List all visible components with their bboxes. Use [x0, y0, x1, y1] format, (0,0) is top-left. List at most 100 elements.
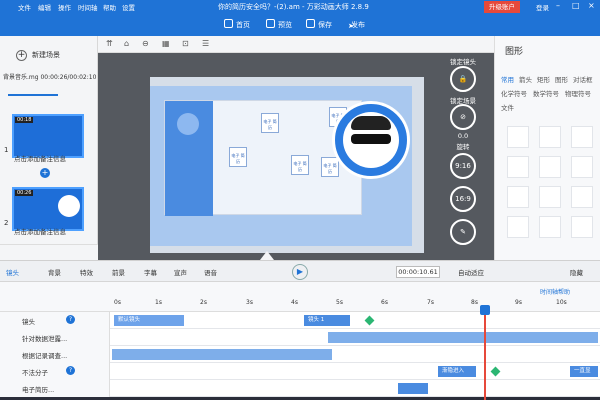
scene-note[interactable]: 点击添加备注信息: [14, 153, 66, 163]
tab-foreground[interactable]: 前景: [112, 267, 125, 277]
auto-adapt-checkbox[interactable]: 自动适应: [458, 267, 484, 277]
scene-note[interactable]: 点击添加备注信息: [14, 226, 66, 236]
menu-file[interactable]: 文件: [18, 2, 31, 12]
track-row[interactable]: 不法分子 ? 渐隐进入 一直显: [0, 363, 600, 380]
home-canvas-icon[interactable]: ⌂: [124, 39, 129, 48]
tab-chem[interactable]: 化学符号: [501, 88, 527, 98]
resume-graphic[interactable]: 电子 简历 电子 简历 电子 简历 电子 简历 电子 简历: [164, 100, 362, 216]
grid-icon[interactable]: ▦: [162, 39, 170, 48]
crop-icon[interactable]: ⊡: [182, 39, 189, 48]
tab-file[interactable]: 文件: [501, 102, 514, 112]
publish-button[interactable]: ➤发布: [344, 19, 365, 31]
circle-dash-icon[interactable]: [571, 216, 593, 238]
hacker-avatar[interactable]: [332, 101, 410, 179]
edit-icon[interactable]: ✎: [450, 219, 476, 245]
track-row[interactable]: 镜头 ? 默认镜头 镜头 1: [0, 312, 600, 329]
timeline-help-link[interactable]: 时间轴帮助: [540, 287, 570, 296]
scene-thumbnail-1[interactable]: 00:18 1: [4, 114, 84, 158]
tab-math[interactable]: 数学符号: [533, 88, 559, 98]
double-arrow-icon[interactable]: [571, 126, 593, 148]
align-top-icon[interactable]: ⇈: [106, 39, 113, 48]
clip[interactable]: 默认镜头: [114, 315, 184, 326]
lock-scene-icon[interactable]: ⊘: [450, 104, 476, 130]
new-scene-button[interactable]: + 新建场景: [16, 50, 60, 61]
resume-chip[interactable]: 电子 简历: [291, 155, 309, 175]
align-icon[interactable]: ☰: [202, 39, 209, 48]
playhead-handle[interactable]: [480, 305, 490, 315]
dash-line-icon[interactable]: [571, 156, 593, 178]
hair-shape: [351, 116, 391, 130]
track-row[interactable]: 针对数据泄露...: [0, 329, 600, 346]
line-shape-icon[interactable]: [507, 126, 529, 148]
rect-dash-icon[interactable]: [507, 216, 529, 238]
help-icon[interactable]: ?: [66, 315, 75, 324]
ratio-16-9-button[interactable]: 16:9: [450, 186, 476, 212]
preview-button[interactable]: 预览: [266, 19, 292, 31]
tab-bg[interactable]: 背景: [48, 267, 61, 277]
scene-thumbnail-2[interactable]: 00:26 2: [4, 187, 84, 231]
slide-image[interactable]: 电子 简历 电子 简历 电子 简历 电子 简历 电子 简历: [150, 86, 412, 246]
audio-waveform[interactable]: [328, 332, 598, 343]
tab-shape[interactable]: 图形: [555, 74, 568, 84]
login-button[interactable]: 登录: [536, 2, 549, 12]
tab-voice-over[interactable]: 宣声: [174, 267, 187, 277]
timeline-toolbar: 镜头 背景 特效 前景 字幕 宣声 语音 ▶ 00:00:10.61 自动适应 …: [0, 260, 600, 282]
play-button[interactable]: ▶: [292, 264, 308, 280]
upgrade-button[interactable]: 升级账户: [484, 1, 520, 13]
home-button[interactable]: 首页: [224, 19, 250, 31]
title-bar: 文件 编辑 操作 时间轴 帮助 设置 你的简历安全吗？-(2).am - 万彩动…: [0, 0, 600, 14]
time-ruler[interactable]: 时间轴帮助 0s 1s 2s 3s 4s 5s 6s 7s 8s 9s 10s: [0, 282, 600, 312]
tab-dialog[interactable]: 对话框: [573, 74, 593, 84]
tab-effects[interactable]: 特效: [80, 267, 93, 277]
track-header: 不法分子 ?: [0, 363, 110, 380]
clip[interactable]: 渐隐进入: [438, 366, 476, 377]
lock-icon[interactable]: 🔒: [450, 66, 476, 92]
rotate-value[interactable]: 0.0: [432, 132, 494, 140]
tab-speech[interactable]: 语音: [204, 267, 217, 277]
dot-line-icon[interactable]: [507, 156, 529, 178]
canvas-controls: 锁定镜头 🔒 锁定场景 ⊘ 0.0 旋转 9:16 16:9 ✎: [432, 53, 494, 260]
curve-arrow-icon[interactable]: [539, 186, 561, 208]
minimize-icon[interactable]: –: [556, 1, 560, 10]
music-volume-slider[interactable]: [8, 94, 58, 96]
curve-icon[interactable]: [507, 186, 529, 208]
tab-rect[interactable]: 矩形: [537, 74, 550, 84]
menu-timeline[interactable]: 时间轴: [78, 2, 98, 12]
keyframe-icon[interactable]: [490, 366, 501, 377]
tab-subtitle[interactable]: 字幕: [144, 267, 157, 277]
zoom-out-icon[interactable]: ⊖: [142, 39, 149, 48]
track-row[interactable]: 根据记录调查...: [0, 346, 600, 363]
track-row[interactable]: 电子简历...: [0, 380, 600, 397]
tab-arrow[interactable]: 箭头: [519, 74, 532, 84]
resume-chip[interactable]: 电子 简历: [321, 157, 339, 177]
ratio-9-16-button[interactable]: 9:16: [450, 153, 476, 179]
hide-timeline-button[interactable]: 隐藏: [570, 267, 583, 277]
curve-dot-icon[interactable]: [571, 186, 593, 208]
maximize-icon[interactable]: □: [572, 1, 580, 10]
menu-help[interactable]: 帮助: [103, 2, 116, 12]
keyframe-icon[interactable]: [364, 315, 375, 326]
time-display[interactable]: 00:00:10.61: [396, 266, 440, 278]
tab-physics[interactable]: 物理符号: [565, 88, 591, 98]
resume-chip[interactable]: 电子 简历: [229, 147, 247, 167]
clip[interactable]: 镜头 1: [304, 315, 350, 326]
audio-waveform[interactable]: [112, 349, 332, 360]
tab-common[interactable]: 常用: [501, 74, 514, 84]
resume-chip[interactable]: 电子 简历: [261, 113, 279, 133]
clip[interactable]: [398, 383, 428, 394]
menu-edit[interactable]: 编辑: [38, 2, 51, 12]
bg-music-label: 背景音乐.mg 00:00:26/00:02:10: [3, 74, 97, 81]
scene-panel: + 新建场景 背景音乐.mg 00:00:26/00:02:10 00:18 1 …: [0, 36, 98, 260]
clip[interactable]: 一直显: [570, 366, 598, 377]
add-scene-icon[interactable]: +: [40, 168, 50, 178]
dot-arrow-icon[interactable]: [539, 156, 561, 178]
triangle-dash-icon[interactable]: [539, 216, 561, 238]
tab-lens[interactable]: 镜头: [6, 267, 19, 277]
stage-frame[interactable]: 电子 简历 电子 简历 电子 简历 电子 简历 电子 简历: [150, 77, 424, 253]
menu-operate[interactable]: 操作: [58, 2, 71, 12]
close-icon[interactable]: ×: [588, 1, 595, 10]
help-icon[interactable]: ?: [66, 366, 75, 375]
save-button[interactable]: 保存: [306, 19, 332, 31]
arrow-line-icon[interactable]: [539, 126, 561, 148]
menu-settings[interactable]: 设置: [122, 2, 135, 12]
